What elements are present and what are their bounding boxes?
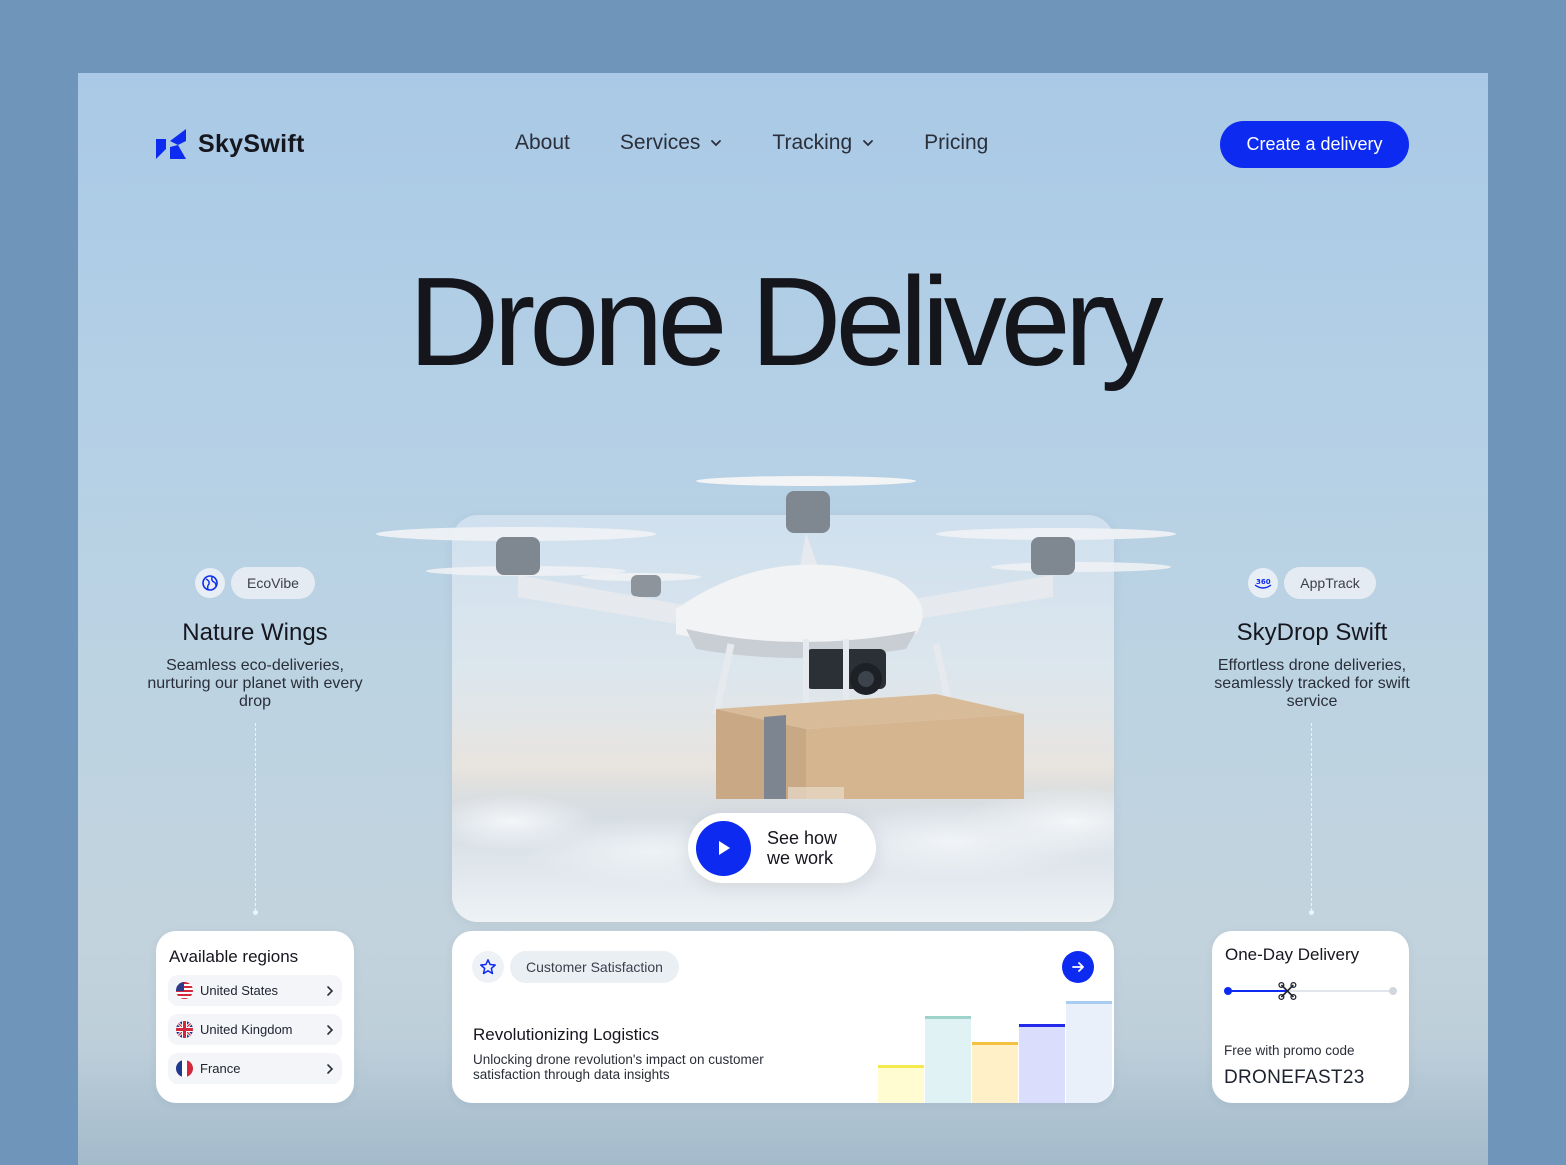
- 360-icon: 360: [1248, 568, 1279, 598]
- logistics-description: Unlocking drone revolution's impact on c…: [473, 1052, 764, 1082]
- chevron-down-icon: [711, 140, 722, 147]
- apptrack-chip: AppTrack: [1284, 567, 1376, 599]
- region-united-kingdom[interactable]: United Kingdom: [168, 1014, 342, 1045]
- feature-title: SkyDrop Swift: [1236, 619, 1388, 646]
- drone-image: [376, 476, 1176, 799]
- feature-description: Seamless eco-deliveries, nurturing our p…: [147, 657, 363, 710]
- bar-3: [972, 1042, 1018, 1103]
- logistics-title: Revolutionizing Logistics: [473, 1025, 660, 1044]
- feature-nature-wings: EcoVibe Nature Wings Seamless eco-delive…: [135, 567, 375, 711]
- create-delivery-button[interactable]: Create a delivery: [1220, 121, 1409, 168]
- satisfaction-bars: [878, 993, 1114, 1103]
- customer-satisfaction-card: Customer Satisfaction Revolutionizing Lo…: [452, 931, 1114, 1103]
- customer-satisfaction-chip: Customer Satisfaction: [510, 951, 679, 983]
- uk-flag-icon: [176, 1021, 193, 1038]
- chevron-right-icon: [327, 985, 334, 996]
- chevron-down-icon: [863, 140, 874, 147]
- connector-dot: [253, 910, 258, 915]
- connector-line: [255, 723, 256, 911]
- promo-code: DRONEFAST23: [1224, 1067, 1365, 1088]
- available-regions-card: Available regions United States United K…: [156, 931, 354, 1103]
- connector-dot: [1309, 910, 1314, 915]
- see-how-we-work-button[interactable]: See how we work: [688, 813, 876, 883]
- region-label: United Kingdom: [200, 1022, 293, 1037]
- nav-tracking[interactable]: Tracking: [772, 131, 874, 155]
- nav-about-label: About: [515, 131, 570, 154]
- bar-1: [878, 1065, 924, 1103]
- main-nav: About Services Tracking Pricing: [515, 131, 988, 155]
- one-day-delivery-card: One-Day Delivery Free with promo code DR…: [1212, 931, 1409, 1103]
- fr-flag-icon: [176, 1060, 193, 1077]
- region-label: United States: [200, 983, 279, 998]
- nav-about[interactable]: About: [515, 131, 570, 155]
- ecovibe-chip: EcoVibe: [231, 567, 315, 599]
- play-text-line1: See how: [767, 828, 838, 848]
- star-icon: [472, 951, 504, 983]
- svg-text:360: 360: [1256, 578, 1271, 586]
- globe-icon: [195, 568, 226, 598]
- nav-pricing[interactable]: Pricing: [924, 131, 988, 155]
- chevron-right-icon: [327, 1063, 334, 1074]
- feature-description: Effortless drone deliveries, seamlessly …: [1214, 657, 1410, 710]
- nav-services-label: Services: [619, 131, 701, 154]
- feature-skydrop-swift: 360 AppTrack SkyDrop Swift Effortless dr…: [1192, 567, 1432, 711]
- logo[interactable]: SkySwift: [156, 129, 305, 159]
- nav-services[interactable]: Services: [620, 131, 723, 155]
- brand-name: SkySwift: [198, 129, 305, 158]
- delivery-progress: [1224, 981, 1397, 1001]
- promo-label: Free with promo code: [1224, 1043, 1355, 1058]
- bar-4: [1019, 1024, 1065, 1103]
- delivery-title: One-Day Delivery: [1225, 945, 1360, 964]
- logo-mark-icon: [156, 129, 186, 159]
- connector-line: [1311, 723, 1312, 911]
- regions-title: Available regions: [169, 947, 299, 966]
- bar-5: [1066, 1001, 1112, 1103]
- region-label: France: [200, 1061, 241, 1076]
- arrow-right-icon[interactable]: [1062, 951, 1094, 983]
- play-icon: [696, 820, 751, 876]
- chevron-right-icon: [327, 1024, 334, 1035]
- feature-title: Nature Wings: [182, 619, 328, 646]
- nav-tracking-label: Tracking: [772, 131, 853, 154]
- hero-title: Drone Delivery: [408, 251, 1163, 392]
- page-frame: SkySwift About Services Tracking Pricing…: [78, 73, 1488, 1165]
- us-flag-icon: [176, 982, 193, 999]
- bar-2: [925, 1016, 971, 1103]
- region-france[interactable]: France: [168, 1053, 342, 1084]
- region-united-states[interactable]: United States: [168, 975, 342, 1006]
- nav-pricing-label: Pricing: [924, 131, 989, 154]
- play-text-line2: we work: [767, 848, 834, 868]
